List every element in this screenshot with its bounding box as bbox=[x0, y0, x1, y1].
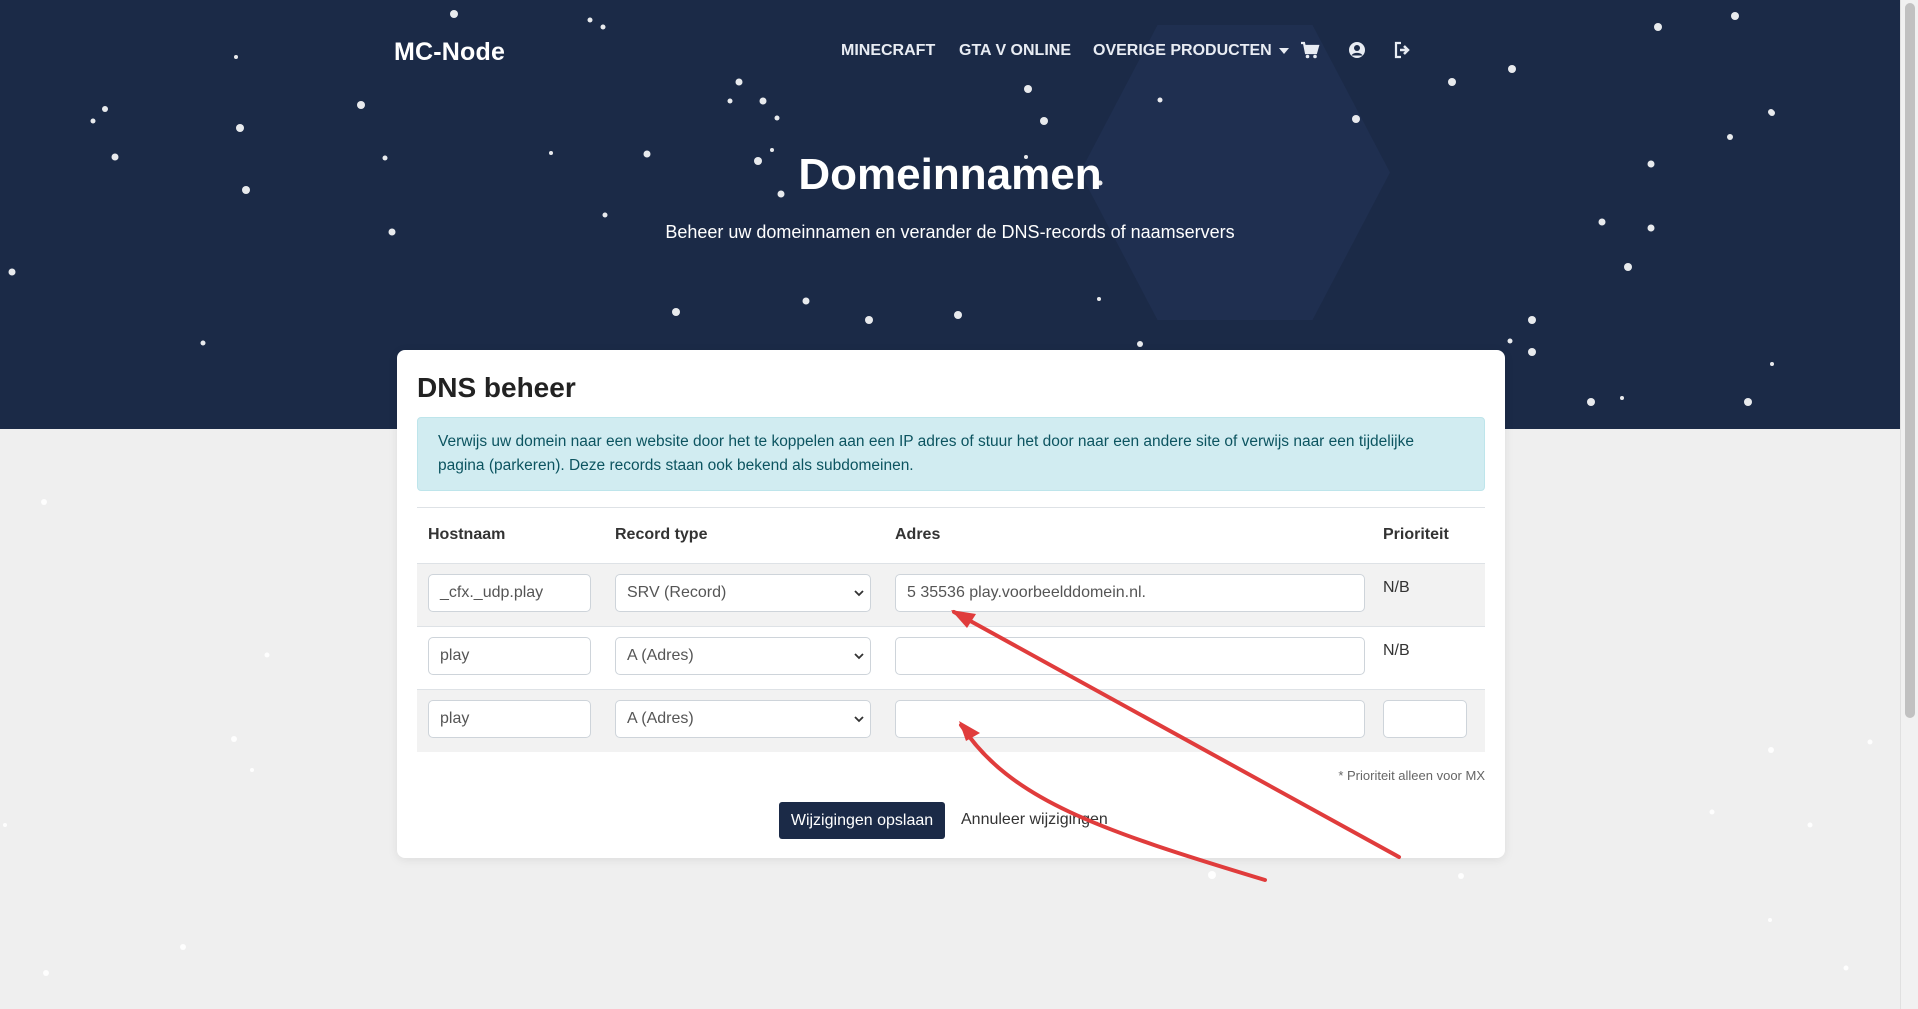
table-row: _cfx._udp.play SRV (Record) 5 35536 play… bbox=[417, 563, 1485, 626]
priority-value: N/B bbox=[1383, 642, 1410, 659]
record-type-value: A (Adres) bbox=[627, 710, 694, 727]
hostname-input[interactable]: play bbox=[428, 700, 591, 738]
page-subtitle: Beheer uw domeinnamen en verander de DNS… bbox=[665, 222, 1235, 242]
dns-records-table: Hostnaam Record type Adres Prioriteit _c… bbox=[417, 507, 1485, 752]
hostname-input[interactable]: _cfx._udp.play bbox=[428, 574, 591, 612]
chevron-down-icon bbox=[854, 716, 864, 723]
info-alert: Verwijs uw domein naar een website door … bbox=[417, 417, 1485, 491]
scrollbar-thumb[interactable] bbox=[1905, 3, 1915, 718]
table-header: Hostnaam Record type Adres Prioriteit bbox=[417, 507, 1485, 563]
header-hostnaam: Hostnaam bbox=[428, 526, 506, 543]
record-type-value: SRV (Record) bbox=[627, 584, 727, 601]
dns-card: DNS beheer Verwijs uw domein naar een we… bbox=[397, 350, 1505, 858]
nav-overige-producten[interactable]: OVERIGE PRODUCTEN bbox=[1093, 42, 1290, 60]
table-row: play A (Adres) bbox=[417, 689, 1485, 752]
caret-down-icon bbox=[1279, 48, 1290, 54]
header-adres: Adres bbox=[895, 526, 941, 543]
user-circle-icon[interactable] bbox=[1347, 40, 1367, 60]
address-input[interactable]: 5 35536 play.voorbeelddomein.nl. bbox=[895, 574, 1365, 612]
priority-value: N/B bbox=[1383, 579, 1410, 596]
brand-logo[interactable]: MC-Node bbox=[394, 38, 505, 67]
nav-overige-producten-label: OVERIGE PRODUCTEN bbox=[1093, 42, 1272, 59]
table-row: play A (Adres) N/B bbox=[417, 626, 1485, 689]
nav-minecraft[interactable]: MINECRAFT bbox=[841, 42, 935, 60]
priority-input[interactable] bbox=[1383, 700, 1467, 738]
header-record-type: Record type bbox=[615, 526, 708, 543]
header-prioriteit: Prioriteit bbox=[1383, 526, 1449, 543]
address-input[interactable] bbox=[895, 700, 1365, 738]
save-changes-button[interactable]: Wijzigingen opslaan bbox=[779, 802, 945, 839]
sign-out-icon[interactable] bbox=[1393, 40, 1413, 60]
record-type-value: A (Adres) bbox=[627, 647, 694, 664]
cancel-changes-link[interactable]: Annuleer wijzigingen bbox=[961, 811, 1108, 829]
record-type-select[interactable]: A (Adres) bbox=[615, 637, 871, 675]
page-title: Domeinnamen bbox=[798, 150, 1102, 199]
chevron-down-icon bbox=[854, 590, 864, 597]
address-input[interactable] bbox=[895, 637, 1365, 675]
page-scrollbar[interactable] bbox=[1900, 0, 1918, 1009]
navbar: MC-Node MINECRAFT GTA V ONLINE OVERIGE P… bbox=[0, 0, 1900, 100]
record-type-select[interactable]: A (Adres) bbox=[615, 700, 871, 738]
cart-icon[interactable] bbox=[1300, 40, 1320, 60]
card-title: DNS beheer bbox=[417, 372, 576, 403]
record-type-select[interactable]: SRV (Record) bbox=[615, 574, 871, 612]
chevron-down-icon bbox=[854, 653, 864, 660]
nav-gta-v-online[interactable]: GTA V ONLINE bbox=[959, 42, 1071, 60]
hostname-input[interactable]: play bbox=[428, 637, 591, 675]
priority-note: * Prioriteit alleen voor MX bbox=[1338, 768, 1485, 783]
